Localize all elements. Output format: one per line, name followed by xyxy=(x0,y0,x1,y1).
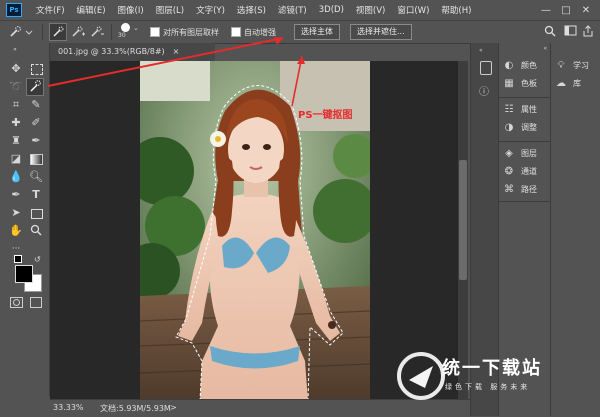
panel-libraries[interactable]: ☁ 库 xyxy=(555,75,581,91)
panel-label: 色板 xyxy=(521,78,537,88)
lightbulb-icon: 💡︎ xyxy=(557,59,565,71)
panel-label: 调整 xyxy=(521,122,537,132)
panel-properties[interactable]: ☷ 属性 xyxy=(503,101,537,117)
panel-color[interactable]: ◐ 颜色 xyxy=(503,57,537,73)
status-menu-arrow[interactable]: > xyxy=(170,403,177,412)
properties-icon: ☷ xyxy=(504,103,514,115)
history-icon[interactable] xyxy=(480,61,492,75)
foreground-color-swatch[interactable] xyxy=(15,265,33,283)
info-icon[interactable]: ⓘ xyxy=(479,83,489,98)
adjustments-icon: ◑ xyxy=(504,121,514,133)
panel-swatches[interactable]: ▦ 色板 xyxy=(503,75,537,91)
channels-icon: ❂ xyxy=(504,165,514,177)
watermark-subtitle: 绿色下载 服务未来 xyxy=(445,383,531,391)
color-wheel-icon: ◐ xyxy=(504,59,514,71)
panel-label: 学习 xyxy=(573,60,589,70)
panel-label: 通道 xyxy=(521,166,537,176)
annotation-label: PS一键抠图 xyxy=(298,110,353,121)
panel-adjustments[interactable]: ◑ 调整 xyxy=(503,119,537,135)
collapse-panel-group-icon[interactable]: « xyxy=(543,45,547,52)
paths-icon: ⌘ xyxy=(504,183,514,195)
panel-label: 图层 xyxy=(521,148,537,158)
panel-divider xyxy=(499,97,551,98)
panel-learn[interactable]: 💡︎ 学习 xyxy=(555,57,590,73)
zoom-level[interactable]: 33.33% xyxy=(53,403,84,412)
panel-divider xyxy=(499,141,551,142)
document-size-info: 文档:5.93M/5.93M xyxy=(100,404,171,413)
panel-paths[interactable]: ⌘ 路径 xyxy=(503,181,537,197)
watermark-title: 统一下载站 xyxy=(442,358,542,379)
panel-label: 路径 xyxy=(521,184,537,194)
panel-divider xyxy=(499,201,551,202)
panel-layers[interactable]: ◈ 图层 xyxy=(503,145,537,161)
panel-label: 属性 xyxy=(521,104,537,114)
panel-label: 颜色 xyxy=(521,60,537,70)
collapse-panels-icon[interactable]: « xyxy=(479,47,483,54)
layers-icon: ◈ xyxy=(505,147,513,159)
libraries-icon: ☁ xyxy=(556,77,566,89)
panel-channels[interactable]: ❂ 通道 xyxy=(503,163,537,179)
swatches-icon: ▦ xyxy=(504,77,514,89)
panel-label: 库 xyxy=(573,78,581,88)
